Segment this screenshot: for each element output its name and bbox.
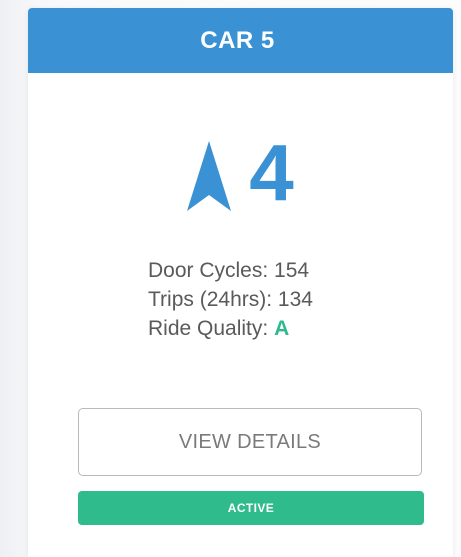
trips-value: 134	[277, 288, 313, 311]
card-header: CAR 5	[28, 8, 453, 73]
trips-label: Trips (24hrs):	[148, 288, 273, 311]
door-cycles-value: 154	[274, 259, 310, 282]
up-arrow-icon	[187, 141, 232, 211]
current-floor: 4	[249, 128, 294, 217]
floor-indicator: 4	[28, 133, 453, 213]
door-cycles-label: Door Cycles:	[148, 259, 269, 282]
car-title: CAR 5	[200, 26, 275, 54]
car-stats: Door Cycles: 154 Trips (24hrs): 134 Ride…	[148, 256, 313, 343]
view-details-button[interactable]: VIEW DETAILS	[78, 408, 422, 476]
ride-quality-stat: Ride Quality: A	[148, 314, 313, 343]
ride-quality-label: Ride Quality:	[148, 317, 269, 340]
elevator-car-card: CAR 5 4 Door Cycles: 154 Trips (24hrs): …	[28, 8, 453, 557]
ride-quality-grade: A	[274, 317, 290, 340]
status-badge: ACTIVE	[78, 491, 424, 525]
door-cycles-stat: Door Cycles: 154	[148, 256, 313, 285]
trips-stat: Trips (24hrs): 134	[148, 285, 313, 314]
